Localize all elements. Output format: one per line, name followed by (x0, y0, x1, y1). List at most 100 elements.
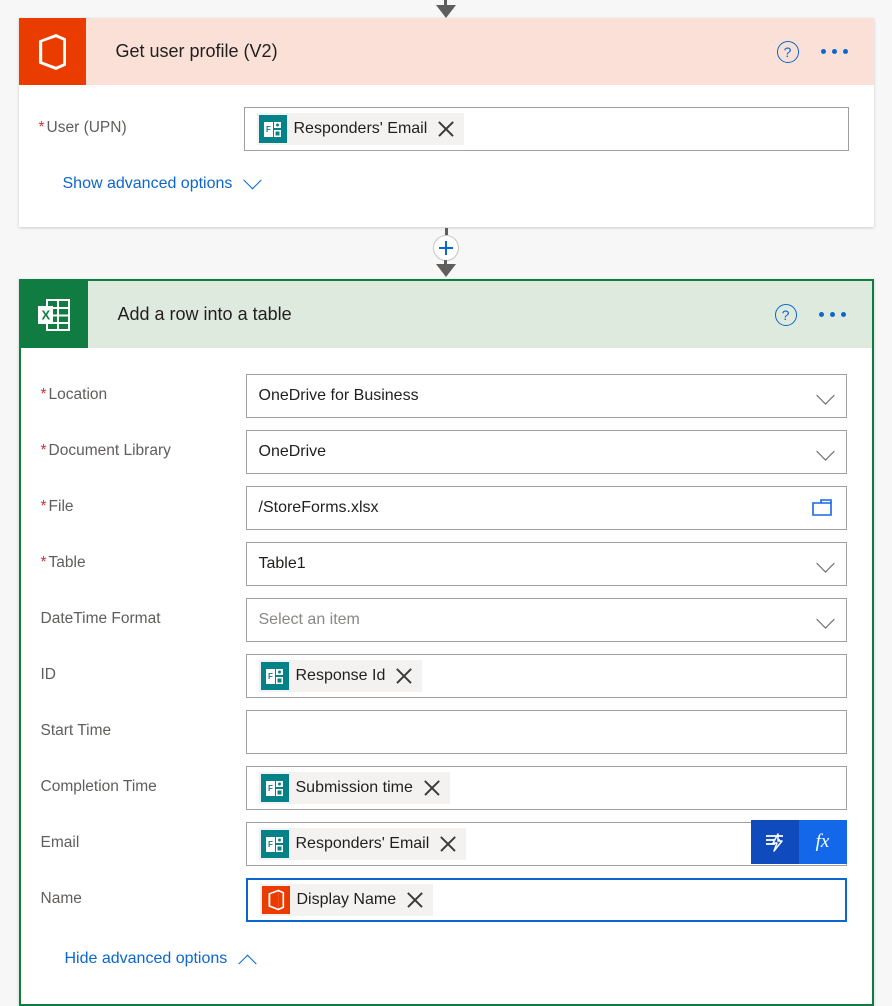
card-body: * User (UPN) F Responders' Email Show ad… (19, 85, 874, 227)
chevron-down-icon[interactable] (815, 610, 835, 629)
field-control-wrap: F Responders' Email (243, 107, 849, 151)
field-row-location: * Location OneDrive for Business (41, 374, 847, 418)
remove-token-icon[interactable] (394, 666, 414, 686)
more-options-icon[interactable] (820, 49, 848, 54)
card-title: Get user profile (V2) (115, 41, 278, 61)
field-tool-buttons: fx (750, 820, 847, 864)
start-time-input[interactable] (245, 710, 847, 754)
connector-line (444, 227, 448, 235)
token-label: Display Name (296, 891, 397, 908)
arrow-down-icon (433, 259, 459, 279)
svg-text:F: F (266, 125, 271, 134)
excel-icon: X (20, 281, 88, 348)
user-upn-input[interactable]: F Responders' Email (243, 107, 849, 151)
expression-fx-label: fx (815, 831, 830, 852)
card-header-actions: ? (774, 303, 872, 326)
field-row-user-upn: * User (UPN) F Responders' Email (39, 107, 849, 151)
token-label: Responders' Email (293, 120, 428, 137)
help-question-icon[interactable]: ? (774, 303, 797, 326)
field-label: * Location (40, 386, 108, 403)
field-control-wrap: Display Name (245, 878, 847, 922)
file-input[interactable]: /StoreForms.xlsx (245, 486, 847, 530)
flow-connector-top (0, 0, 892, 18)
required-asterisk: * (40, 498, 47, 515)
show-advanced-options-link[interactable]: Show advanced options (39, 165, 849, 193)
help-question-icon[interactable]: ? (776, 40, 799, 63)
advanced-options-label: Show advanced options (62, 175, 233, 192)
dynamic-token[interactable]: Display Name (259, 884, 434, 916)
document-library-dropdown[interactable]: OneDrive (245, 430, 847, 474)
field-row-datetime-format: DateTime Format Select an item (41, 598, 847, 642)
location-dropdown[interactable]: OneDrive for Business (245, 374, 847, 418)
hide-advanced-options-link[interactable]: Hide advanced options (41, 934, 847, 973)
dynamic-token[interactable]: F Submission time (258, 772, 450, 804)
field-control-wrap: /StoreForms.xlsx (245, 486, 847, 530)
action-card-add-row-into-table[interactable]: X Add a row into a table ? * Location One… (18, 279, 874, 1006)
microsoft-forms-icon: F (258, 115, 287, 143)
field-row-name: Name Display Name (41, 878, 847, 922)
field-control-wrap: OneDrive for Business (245, 374, 847, 418)
svg-text:X: X (42, 307, 51, 322)
table-dropdown[interactable]: Table1 (245, 542, 847, 586)
token-label: Submission time (295, 779, 413, 796)
field-control-wrap: Select an item (245, 598, 847, 642)
svg-text:F: F (268, 840, 273, 849)
dynamic-token[interactable]: F Responders' Email (256, 113, 465, 145)
more-options-icon[interactable] (818, 312, 846, 317)
field-row-completion-time: Completion Time F Submission time (41, 766, 847, 810)
svg-text:F: F (268, 672, 273, 681)
advanced-options-label: Hide advanced options (64, 950, 228, 967)
svg-text:F: F (268, 784, 273, 793)
arrow-down-icon (433, 0, 459, 18)
dynamic-token[interactable]: F Responders' Email (258, 828, 467, 860)
document-library-value: OneDrive (258, 443, 327, 460)
field-label: Start Time (40, 722, 112, 739)
card-bottom-spacer (39, 193, 849, 227)
dynamic-content-icon[interactable] (750, 820, 799, 864)
chevron-down-icon[interactable] (815, 386, 835, 405)
required-asterisk: * (38, 119, 45, 136)
expression-fx-icon[interactable]: fx (798, 820, 847, 864)
datetime-format-dropdown[interactable]: Select an item (245, 598, 847, 642)
datetime-format-placeholder: Select an item (258, 611, 360, 628)
field-control-wrap (245, 710, 847, 754)
card-title: Add a row into a table (117, 304, 292, 324)
card-header[interactable]: Get user profile (V2) ? (18, 18, 874, 85)
chevron-down-icon[interactable] (815, 442, 835, 461)
token-label: Response Id (295, 667, 386, 684)
chevron-down-icon (243, 170, 263, 189)
required-asterisk: * (40, 386, 47, 403)
remove-token-icon[interactable] (438, 834, 458, 854)
field-label: DateTime Format (40, 610, 161, 627)
field-label: Name (40, 890, 82, 907)
folder-browse-icon[interactable] (811, 499, 832, 516)
remove-token-icon[interactable] (405, 890, 425, 910)
remove-token-icon[interactable] (422, 778, 442, 798)
field-control-wrap: F Submission time (245, 766, 847, 810)
office365-icon (261, 886, 290, 914)
remove-token-icon[interactable] (436, 119, 456, 139)
token-label: Responders' Email (295, 835, 430, 852)
id-input[interactable]: F Response Id (245, 654, 847, 698)
field-row-start-time: Start Time (41, 710, 847, 754)
field-control-wrap: OneDrive (245, 430, 847, 474)
completion-time-input[interactable]: F Submission time (245, 766, 847, 810)
dynamic-token[interactable]: F Response Id (258, 660, 423, 692)
field-row-table: * Table Table1 (41, 542, 847, 586)
field-row-email: Email F Responders' Email fx (41, 820, 847, 866)
add-step-plus-icon[interactable] (433, 234, 459, 261)
field-control-wrap: F Responders' Email (245, 820, 847, 866)
field-label: * Table (40, 554, 86, 571)
name-input[interactable]: Display Name (245, 878, 847, 922)
microsoft-forms-icon: F (260, 774, 289, 802)
field-label: * User (UPN) (38, 119, 127, 136)
field-label: * File (40, 498, 74, 515)
field-control-wrap: F Response Id (245, 654, 847, 698)
card-body: * Location OneDrive for Business * Documen… (21, 348, 872, 1004)
card-header[interactable]: X Add a row into a table ? (20, 281, 872, 348)
action-card-get-user-profile[interactable]: Get user profile (V2) ? * User (UPN) F R… (18, 18, 874, 227)
chevron-down-icon[interactable] (815, 554, 835, 573)
table-value: Table1 (258, 555, 306, 572)
microsoft-forms-icon: F (260, 662, 289, 690)
microsoft-forms-icon: F (260, 830, 289, 858)
